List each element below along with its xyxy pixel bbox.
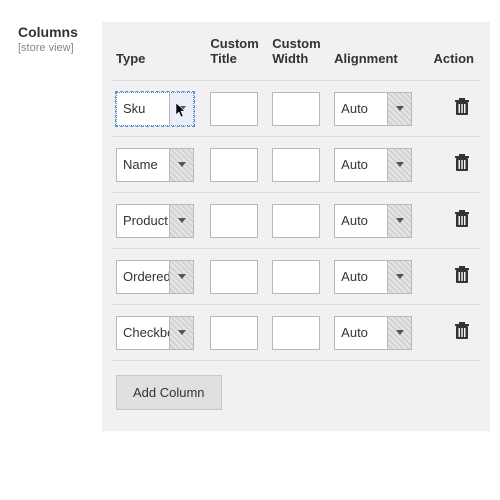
custom-title-input[interactable]: [210, 316, 258, 350]
section-scope: [store view]: [18, 42, 88, 54]
type-select-value: Sku: [117, 93, 169, 125]
chevron-down-icon[interactable]: [169, 149, 193, 181]
custom-width-input[interactable]: [272, 316, 320, 350]
trash-icon[interactable]: [454, 154, 470, 172]
add-column-button[interactable]: Add Column: [116, 375, 222, 410]
table-row: Product Auto: [112, 193, 480, 249]
trash-icon[interactable]: [454, 266, 470, 284]
alignment-select-value: Auto: [335, 261, 387, 293]
columns-panel: Type Custom Title Custom Width Alignment…: [102, 22, 490, 431]
header-alignment: Alignment: [330, 30, 424, 81]
type-select-value: Checkbox: [117, 317, 169, 349]
chevron-down-icon[interactable]: [169, 317, 193, 349]
alignment-select[interactable]: Auto: [334, 260, 412, 294]
alignment-select-value: Auto: [335, 93, 387, 125]
custom-title-input[interactable]: [210, 204, 258, 238]
type-select[interactable]: Checkbox: [116, 316, 194, 350]
trash-icon[interactable]: [454, 322, 470, 340]
header-custom-width: Custom Width: [268, 30, 330, 81]
alignment-select-value: Auto: [335, 205, 387, 237]
alignment-select[interactable]: Auto: [334, 204, 412, 238]
alignment-select-value: Auto: [335, 317, 387, 349]
chevron-down-icon[interactable]: [387, 205, 411, 237]
type-select-value: Ordered: [117, 261, 169, 293]
section-title: Columns: [18, 24, 88, 40]
table-row: Sku Auto: [112, 81, 480, 137]
chevron-down-icon[interactable]: [387, 261, 411, 293]
custom-width-input[interactable]: [272, 148, 320, 182]
type-select-value: Product: [117, 205, 169, 237]
alignment-select-value: Auto: [335, 149, 387, 181]
chevron-down-icon[interactable]: [169, 261, 193, 293]
header-type: Type: [112, 30, 206, 81]
custom-title-input[interactable]: [210, 260, 258, 294]
alignment-select[interactable]: Auto: [334, 92, 412, 126]
custom-width-input[interactable]: [272, 204, 320, 238]
type-select[interactable]: Sku: [116, 92, 194, 126]
custom-title-input[interactable]: [210, 92, 258, 126]
type-select[interactable]: Name: [116, 148, 194, 182]
table-row: Ordered Auto: [112, 249, 480, 305]
custom-width-input[interactable]: [272, 92, 320, 126]
header-action: Action: [425, 30, 480, 81]
chevron-down-icon[interactable]: [169, 205, 193, 237]
table-row: Checkbox Auto: [112, 305, 480, 361]
custom-title-input[interactable]: [210, 148, 258, 182]
type-select[interactable]: Product: [116, 204, 194, 238]
alignment-select[interactable]: Auto: [334, 316, 412, 350]
custom-width-input[interactable]: [272, 260, 320, 294]
type-select-value: Name: [117, 149, 169, 181]
trash-icon[interactable]: [454, 210, 470, 228]
type-select[interactable]: Ordered: [116, 260, 194, 294]
alignment-select[interactable]: Auto: [334, 148, 412, 182]
header-custom-title: Custom Title: [206, 30, 268, 81]
chevron-down-icon[interactable]: [169, 93, 193, 125]
trash-icon[interactable]: [454, 98, 470, 116]
chevron-down-icon[interactable]: [387, 93, 411, 125]
chevron-down-icon[interactable]: [387, 149, 411, 181]
chevron-down-icon[interactable]: [387, 317, 411, 349]
table-row: Name Auto: [112, 137, 480, 193]
